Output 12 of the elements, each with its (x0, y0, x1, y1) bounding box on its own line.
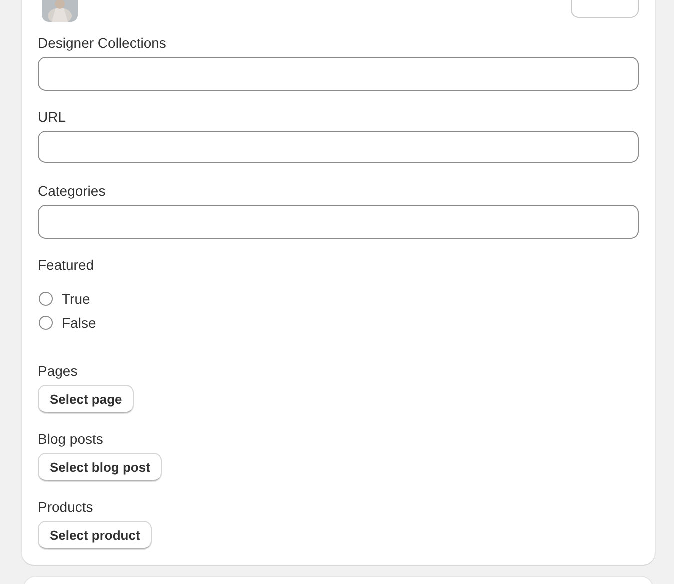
field-label: Products (38, 498, 94, 517)
radio-label: False (62, 315, 96, 331)
select-button[interactable]: Select product (38, 521, 152, 549)
field-label: URL (38, 108, 68, 127)
select-button[interactable]: Select page (38, 385, 134, 413)
field-label: Pages (38, 362, 79, 381)
field-label: Designer Collections (38, 34, 168, 53)
field-label: Blog posts (38, 430, 104, 449)
field-label: Featured (38, 256, 96, 275)
select-button[interactable]: Select blog post (38, 453, 162, 481)
radio-label: True (62, 291, 90, 307)
field-label: Categories (38, 182, 107, 201)
